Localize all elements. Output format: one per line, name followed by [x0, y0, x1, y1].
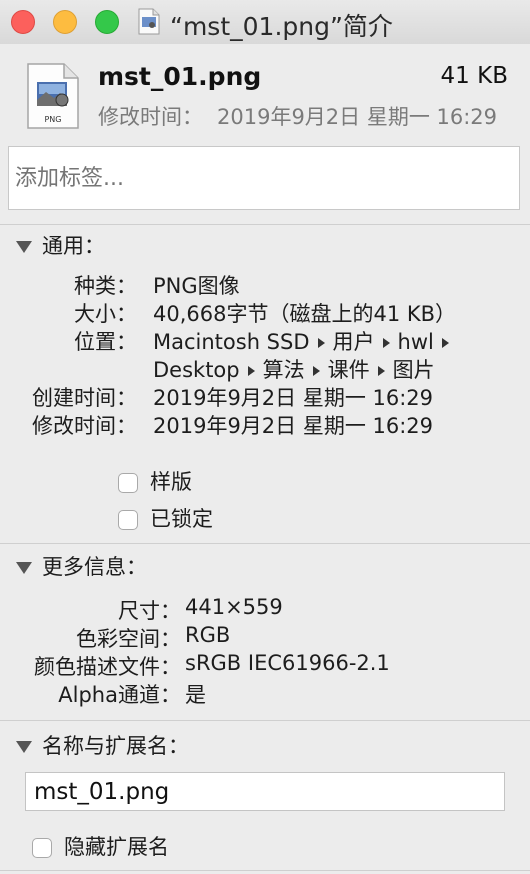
title-bar: “mst_01.png”简介 — [0, 0, 530, 44]
color-space-value: RGB — [185, 623, 231, 647]
general-section-title: 通用： — [42, 234, 105, 258]
modified-value: 2019年9月2日 星期一 16:29 — [153, 414, 434, 438]
more-info-section-header[interactable]: 更多信息： — [16, 551, 147, 581]
kind-label: 种类： — [74, 274, 137, 298]
where-path-line1: Macintosh SSD 用户 hwl — [153, 326, 457, 356]
dimensions-label: 尺寸： — [118, 599, 181, 623]
disclosure-triangle-icon[interactable] — [16, 741, 32, 753]
divider — [0, 720, 530, 721]
path-segment: Macintosh SSD — [153, 330, 310, 354]
hide-extension-checkbox-row[interactable]: 隐藏扩展名 — [32, 831, 169, 861]
locked-checkbox-row[interactable]: 已锁定 — [118, 503, 213, 533]
disclosure-triangle-icon[interactable] — [16, 241, 32, 253]
file-type-badge: PNG — [44, 115, 61, 124]
path-arrow-icon — [317, 338, 325, 348]
hide-extension-checkbox[interactable] — [32, 838, 52, 858]
path-arrow-icon — [441, 338, 449, 348]
where-path-line2: Desktop 算法 课件 图片 — [153, 354, 435, 384]
header-modified-label: 修改时间： — [98, 105, 203, 129]
path-segment: 算法 — [262, 358, 305, 382]
png-file-icon — [138, 8, 160, 35]
modified-label: 修改时间： — [32, 414, 137, 438]
divider — [0, 870, 530, 871]
minimize-window-button[interactable] — [53, 10, 77, 34]
header-modified-row: 修改时间： 2019年9月2日 星期一 16:29 — [98, 101, 511, 131]
path-arrow-icon — [312, 366, 320, 376]
path-segment: hwl — [397, 330, 434, 354]
created-value: 2019年9月2日 星期一 16:29 — [153, 386, 434, 410]
file-name: mst_01.png — [98, 62, 262, 91]
png-file-icon: PNG — [27, 63, 79, 129]
divider — [0, 224, 530, 225]
close-window-button[interactable] — [11, 10, 35, 34]
locked-label: 已锁定 — [150, 507, 213, 531]
path-arrow-icon — [377, 366, 385, 376]
more-info: 尺寸： 441×559 色彩空间： RGB 颜色描述文件： sRGB IEC61… — [0, 595, 530, 710]
path-segment: 用户 — [332, 330, 375, 354]
disclosure-triangle-icon[interactable] — [16, 562, 32, 574]
alpha-value: 是 — [185, 683, 206, 707]
maximize-window-button[interactable] — [95, 10, 119, 34]
alpha-label: Alpha通道： — [58, 683, 181, 707]
hide-extension-label: 隐藏扩展名 — [64, 835, 169, 859]
path-segment: Desktop — [153, 358, 240, 382]
stationery-checkbox-row[interactable]: 样版 — [118, 466, 192, 496]
divider — [0, 543, 530, 544]
file-size: 41 KB — [440, 63, 508, 89]
general-info: 种类： PNG图像 大小： 40,668字节（磁盘上的41 KB） 位置： Ma… — [0, 270, 530, 440]
color-profile-value: sRGB IEC61966-2.1 — [185, 651, 390, 675]
path-segment: 图片 — [392, 358, 435, 382]
where-label: 位置： — [74, 330, 137, 354]
window-title: “mst_01.png”简介 — [170, 12, 393, 41]
file-name-input[interactable] — [25, 772, 505, 811]
name-ext-section-title: 名称与扩展名： — [42, 734, 189, 758]
name-ext-section-header[interactable]: 名称与扩展名： — [16, 730, 189, 760]
created-label: 创建时间： — [32, 386, 137, 410]
general-section-header[interactable]: 通用： — [16, 230, 105, 260]
more-info-section-title: 更多信息： — [42, 555, 147, 579]
dimensions-value: 441×559 — [185, 595, 283, 619]
path-arrow-icon — [247, 366, 255, 376]
path-arrow-icon — [382, 338, 390, 348]
color-profile-label: 颜色描述文件： — [34, 655, 181, 679]
path-segment: 课件 — [327, 358, 370, 382]
size-value: 40,668字节（磁盘上的41 KB） — [153, 302, 457, 326]
color-space-label: 色彩空间： — [76, 627, 181, 651]
stationery-label: 样版 — [150, 470, 192, 494]
stationery-checkbox[interactable] — [118, 473, 138, 493]
kind-value: PNG图像 — [153, 274, 240, 298]
add-tags-input[interactable] — [8, 146, 520, 210]
header-modified-value: 2019年9月2日 星期一 16:29 — [217, 105, 498, 129]
locked-checkbox[interactable] — [118, 510, 138, 530]
size-label: 大小： — [74, 302, 137, 326]
